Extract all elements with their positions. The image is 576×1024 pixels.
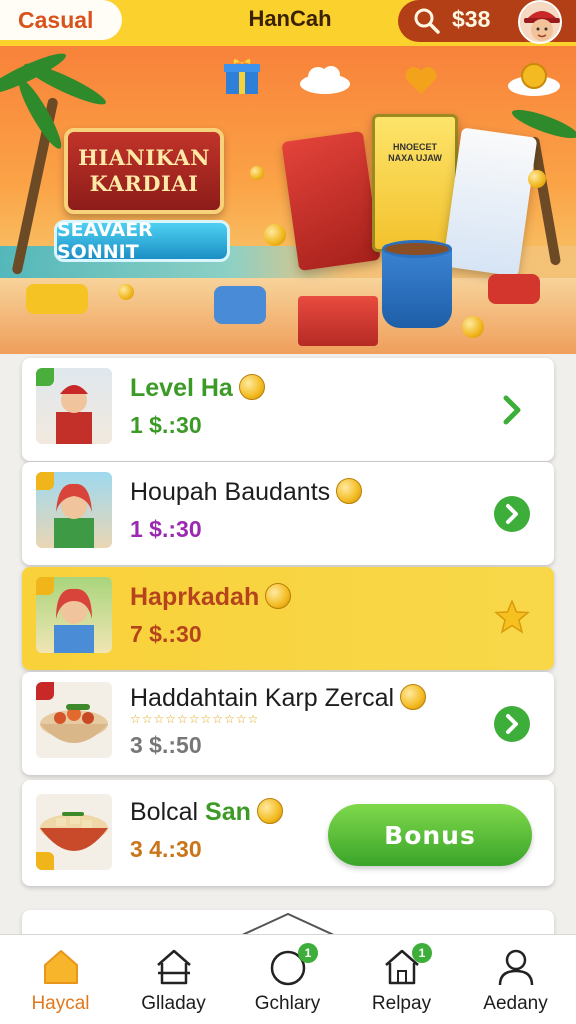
coin-icon — [336, 478, 363, 504]
nav-item-replay[interactable]: 1 Relpay — [344, 935, 459, 1024]
item-tag — [36, 577, 54, 595]
cloud-coin-icon — [508, 63, 560, 96]
list-item[interactable]: Houpah Baudants 1 $.:30 — [22, 462, 554, 565]
item-title-highlight: San — [205, 798, 251, 826]
nav-item-gallery-2[interactable]: 1 Gchlary — [230, 935, 345, 1024]
list-item[interactable]: Bolcal San 3 4.:30 Bonus — [22, 780, 554, 886]
item-price: 1 $.:30 — [130, 516, 202, 542]
coin-icon — [250, 166, 264, 180]
item-price: 7 $.:30 — [130, 621, 202, 647]
chevron-circle-icon[interactable] — [494, 706, 530, 742]
item-price: 3 $.:50 — [130, 732, 202, 758]
gift-bag-label: HNOECET NAXA UJAW — [388, 142, 442, 163]
nav-label: Aedany — [483, 993, 548, 1014]
user-icon — [498, 949, 534, 986]
coin-icon — [238, 374, 265, 400]
item-title-text: Houpah Baudants — [130, 478, 331, 506]
house-outline-icon — [157, 949, 191, 985]
item-tag — [36, 472, 54, 490]
sign-line-1: HIANIKAN — [78, 145, 210, 170]
banner-ribbon: SEAVAER SONNIT — [54, 219, 230, 263]
home-icon — [44, 950, 78, 984]
app-title: HanCah — [248, 6, 332, 31]
search-icon[interactable] — [413, 7, 441, 35]
cloud-icon — [300, 66, 350, 94]
coin-icon — [400, 684, 427, 710]
rating-stars: ☆☆☆☆☆☆☆☆☆☆☆ — [130, 712, 260, 726]
avatar[interactable] — [518, 0, 562, 44]
item-title: Bolcal San — [130, 798, 283, 827]
nav-notch — [240, 912, 336, 936]
item-title-text: Level Ha — [130, 374, 233, 402]
list-item[interactable]: Level Ha 1 $.:30 — [22, 358, 554, 461]
chevron-circle-icon[interactable] — [494, 496, 530, 532]
red-car-icon — [488, 274, 540, 304]
gift-bag-red — [281, 130, 381, 272]
nav-item-account[interactable]: Aedany — [458, 935, 573, 1024]
coin-icon — [256, 798, 283, 824]
gift-box — [298, 296, 378, 346]
yellow-car-icon — [26, 284, 88, 314]
category-label: Casual — [18, 6, 94, 33]
item-tag — [36, 368, 54, 386]
nav-label: Haycal — [31, 993, 90, 1014]
banner-sign: HIANIKAN KARDIAI — [64, 128, 224, 214]
promo-banner[interactable]: HIANIKAN KARDIAI SEAVAER SONNIT HNOECET … — [0, 46, 576, 354]
nav-item-gallery[interactable]: Glladay — [116, 935, 231, 1024]
coin-icon — [265, 583, 292, 609]
item-thumbnail — [36, 577, 112, 653]
category-pill[interactable]: Casual — [0, 0, 122, 40]
list-item[interactable]: Haddahtain Karp Zercal ☆☆☆☆☆☆☆☆☆☆☆ 3 $.:… — [22, 672, 554, 775]
balance-amount: $38 — [452, 6, 491, 32]
list-item-highlighted[interactable]: Haprkadah 7 $.:30 — [22, 567, 554, 670]
bonus-button[interactable]: Bonus — [328, 804, 532, 866]
coffee-surface — [382, 240, 452, 258]
top-bar: Casual HanCah $38 — [0, 0, 576, 46]
item-price: 3 4.:30 — [130, 836, 202, 862]
item-title: Haddahtain Karp Zercal — [130, 684, 427, 713]
gift-icon — [224, 59, 260, 94]
item-tag — [36, 682, 54, 700]
item-thumbnail — [36, 472, 112, 548]
bottom-nav: Haycal Glladay 1 Gchlary 1 Relpay Aedany — [0, 934, 576, 1024]
coin-icon — [264, 224, 286, 246]
gift-bag-yellow — [372, 114, 458, 252]
item-thumbnail — [36, 794, 112, 870]
nav-item-home[interactable]: Haycal — [3, 935, 118, 1024]
item-title-text: Haddahtain Karp Zercal — [130, 684, 395, 712]
item-title-text: Haprkadah — [130, 583, 260, 611]
coin-icon — [528, 170, 546, 188]
nav-label: Relpay — [371, 993, 432, 1014]
item-title: Houpah Baudants — [130, 478, 363, 507]
notification-badge: 1 — [412, 943, 432, 963]
sign-line-2: KARDIAI — [89, 171, 199, 196]
coin-icon — [462, 316, 484, 338]
item-price: 1 $.:30 — [130, 412, 202, 438]
item-title-text: Bolcal — [130, 798, 199, 826]
item-title: Haprkadah — [130, 583, 292, 612]
chevron-right-icon[interactable] — [494, 392, 530, 428]
star-icon[interactable] — [494, 599, 530, 635]
item-thumbnail — [36, 682, 112, 758]
blue-car-icon — [214, 286, 266, 324]
coin-icon — [118, 284, 134, 300]
nav-label: Glladay — [141, 993, 206, 1014]
item-title: Level Ha — [130, 374, 265, 403]
notification-badge: 1 — [298, 943, 318, 963]
item-tag — [36, 852, 54, 870]
nav-label: Gchlary — [254, 993, 321, 1014]
heart-icon — [405, 67, 437, 94]
item-thumbnail — [36, 368, 112, 444]
